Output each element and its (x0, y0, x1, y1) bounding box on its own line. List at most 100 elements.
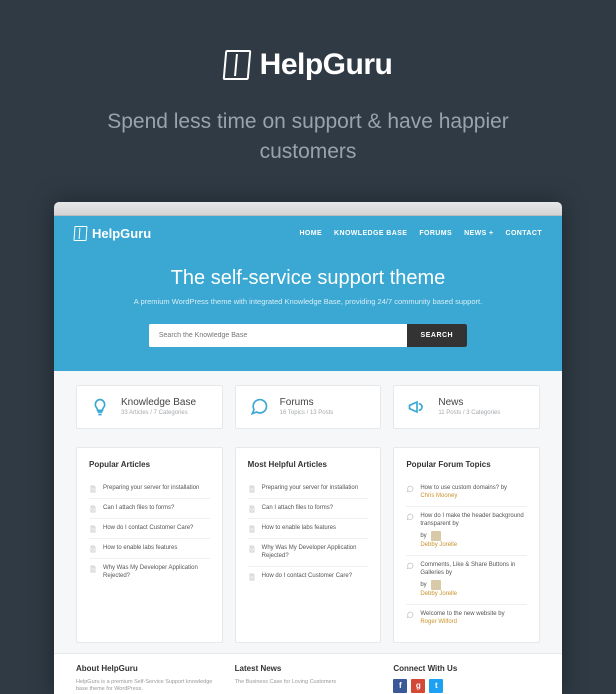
by-label: by (452, 521, 458, 527)
promo-brand: HelpGuru (224, 48, 393, 82)
chat-icon (406, 562, 414, 570)
list-item-label: How to use custom domains? by (420, 484, 527, 492)
nav-forums[interactable]: FORUMS (419, 230, 452, 237)
author-link[interactable]: Chris Mooney (420, 492, 527, 500)
list-item-label: Welcome to the new website by (420, 610, 527, 618)
document-icon (89, 505, 97, 513)
document-icon (89, 525, 97, 533)
list-item-label: Why Was My Developer Application Rejecte… (103, 564, 210, 581)
list-item[interactable]: How do I contact Customer Care? (89, 518, 210, 538)
twitter-icon[interactable]: t (429, 679, 443, 693)
author-link[interactable]: Debby Jorelle (420, 590, 527, 598)
list-item[interactable]: How to use custom domains? by Chris Moon… (406, 479, 527, 506)
search-bar: SEARCH (149, 324, 467, 347)
footer-title: Latest News (235, 664, 382, 673)
document-icon (89, 565, 97, 573)
list-item-label: Can I attach files to forms? (262, 504, 369, 513)
card-title: Forums (280, 397, 334, 408)
by-label: by (420, 532, 426, 540)
footer-about: About HelpGuru HelpGuru is a premium Sel… (76, 664, 223, 694)
list-item[interactable]: Why Was My Developer Application Rejecte… (248, 538, 369, 566)
col-title: Popular Articles (89, 460, 210, 469)
promo-tagline: Spend less time on support & have happie… (70, 107, 546, 168)
card-knowledge-base[interactable]: Knowledge Base 33 Articles / 7 Categorie… (76, 385, 223, 429)
chat-icon (406, 485, 414, 493)
document-icon (248, 573, 256, 581)
by-label: by (446, 570, 452, 576)
list-item-label: Preparing your server for installation (262, 484, 369, 493)
col-popular-articles: Popular Articles Preparing your server f… (76, 447, 223, 643)
footer-text: HelpGuru is a premium Self-Service Suppo… (76, 679, 223, 694)
col-title: Popular Forum Topics (406, 460, 527, 469)
nav-knowledge-base[interactable]: KNOWLEDGE BASE (334, 230, 407, 237)
list-item[interactable]: How to enable labs features (248, 518, 369, 538)
promo-brand-text: HelpGuru (260, 48, 393, 82)
list-item-label: How do I contact Customer Care? (262, 572, 369, 581)
avatar (431, 531, 441, 541)
hero-title: The self-service support theme (74, 267, 542, 290)
footer-connect: Connect With Us f g t (393, 664, 540, 694)
footer-latest: Latest News The Business Case for Loving… (235, 664, 382, 694)
search-input[interactable] (149, 324, 407, 347)
document-icon (248, 545, 256, 553)
list-item[interactable]: Why Was My Developer Application Rejecte… (89, 558, 210, 586)
app-logo-text: HelpGuru (92, 226, 151, 241)
list-item[interactable]: Preparing your server for installation (89, 479, 210, 498)
search-button[interactable]: SEARCH (407, 324, 468, 347)
nav-news[interactable]: NEWS + (464, 230, 493, 237)
chat-icon (406, 513, 414, 521)
by-label: by (420, 581, 426, 589)
document-icon (89, 545, 97, 553)
document-icon (89, 485, 97, 493)
list-item[interactable]: Preparing your server for installation (248, 479, 369, 498)
google-plus-icon[interactable]: g (411, 679, 425, 693)
card-meta: 33 Articles / 7 Categories (121, 410, 196, 416)
list-item[interactable]: Welcome to the new website by Roger Wilf… (406, 604, 527, 632)
col-forum-topics: Popular Forum Topics How to use custom d… (393, 447, 540, 643)
book-icon (73, 226, 87, 241)
list-item-label: How do I make the header background tran… (420, 512, 527, 529)
card-meta: 11 Posts / 3 Categories (438, 410, 500, 416)
author-link[interactable]: Roger Wilford (420, 618, 527, 626)
footer-text: The Business Case for Loving Customers (235, 679, 382, 687)
by-label: by (498, 611, 504, 617)
list-item[interactable]: How do I contact Customer Care? (248, 566, 369, 586)
list-item[interactable]: Can I attach files to forms? (248, 498, 369, 518)
chat-icon (248, 396, 270, 418)
col-helpful-articles: Most Helpful Articles Preparing your ser… (235, 447, 382, 643)
app-logo[interactable]: HelpGuru (74, 226, 151, 241)
list-item-label: Why Was My Developer Application Rejecte… (262, 544, 369, 561)
footer-title: Connect With Us (393, 664, 540, 673)
facebook-icon[interactable]: f (393, 679, 407, 693)
list-item-label: Preparing your server for installation (103, 484, 210, 493)
book-icon (222, 50, 251, 80)
list-item[interactable]: How to enable labs features (89, 538, 210, 558)
card-forums[interactable]: Forums 16 Topics / 13 Posts (235, 385, 382, 429)
list-item[interactable]: Comments, Like & Share Buttons in Galler… (406, 555, 527, 604)
list-item[interactable]: Can I attach files to forms? (89, 498, 210, 518)
app-mockup: HelpGuru HOME KNOWLEDGE BASE FORUMS NEWS… (54, 202, 562, 694)
card-news[interactable]: News 11 Posts / 3 Categories (393, 385, 540, 429)
card-title: Knowledge Base (121, 397, 196, 408)
lightbulb-icon (89, 396, 111, 418)
list-item-label: How to enable labs features (262, 524, 369, 533)
megaphone-icon (406, 396, 428, 418)
list-item-label: Can I attach files to forms? (103, 504, 210, 513)
footer-title: About HelpGuru (76, 664, 223, 673)
list-item-label: Comments, Like & Share Buttons in Galler… (420, 561, 527, 578)
document-icon (248, 525, 256, 533)
chat-icon (406, 611, 414, 619)
col-title: Most Helpful Articles (248, 460, 369, 469)
document-icon (248, 505, 256, 513)
app-nav: HOME KNOWLEDGE BASE FORUMS NEWS + CONTAC… (299, 230, 542, 237)
nav-home[interactable]: HOME (299, 230, 322, 237)
nav-contact[interactable]: CONTACT (506, 230, 543, 237)
hero-subtitle: A premium WordPress theme with integrate… (74, 297, 542, 308)
card-title: News (438, 397, 500, 408)
author-link[interactable]: Debby Jorelle (420, 541, 527, 549)
avatar (431, 580, 441, 590)
document-icon (248, 485, 256, 493)
window-chrome (54, 202, 562, 216)
list-item-label: How do I contact Customer Care? (103, 524, 210, 533)
list-item[interactable]: How do I make the header background tran… (406, 506, 527, 555)
